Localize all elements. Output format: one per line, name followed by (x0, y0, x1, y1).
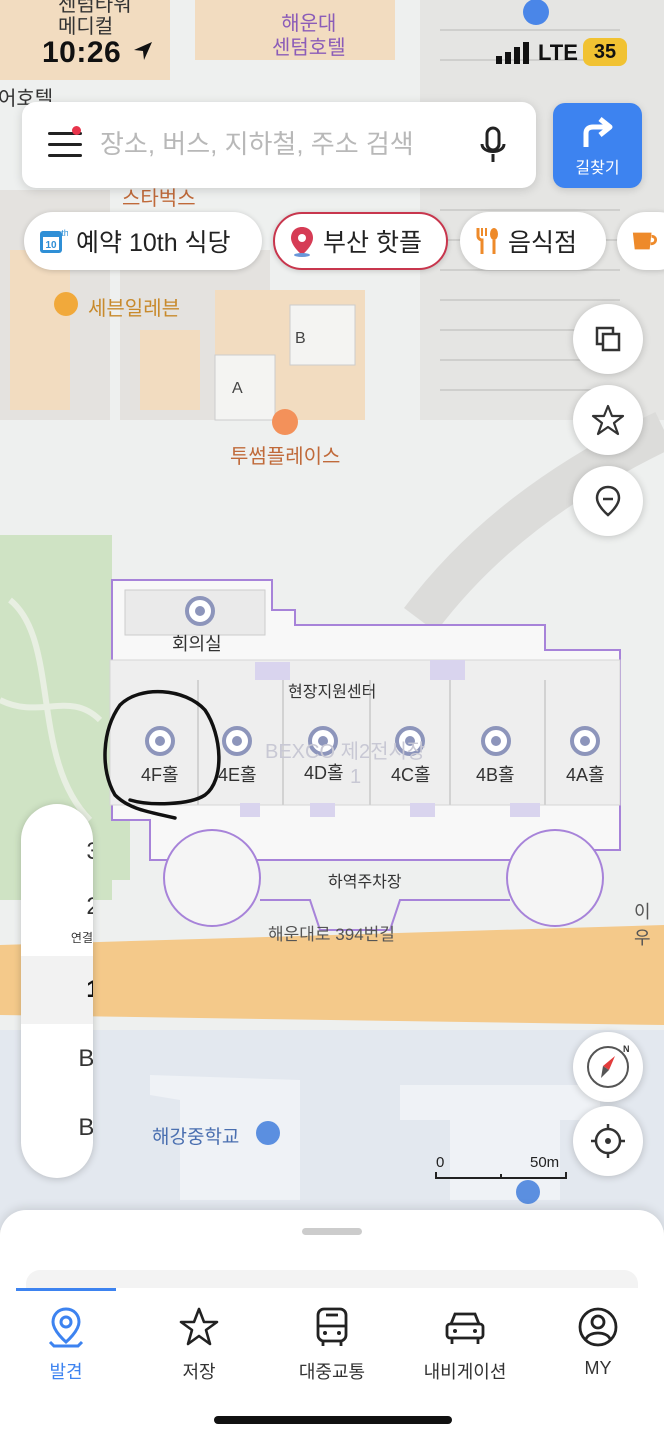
venue-label-floor-one: 1 (350, 766, 362, 788)
tab-my-label: MY (584, 1358, 612, 1378)
current-location-button[interactable] (573, 1106, 643, 1176)
menu-icon[interactable] (48, 126, 82, 158)
directions-button[interactable]: 길찾기 (553, 103, 642, 188)
convenience-store-icon[interactable] (54, 292, 78, 316)
location-search-icon (48, 1307, 84, 1348)
battery-indicator: 35 (583, 38, 627, 66)
coffee-cup-icon (632, 232, 658, 250)
scale-distance: 50m (530, 1154, 560, 1171)
fork-spoon-icon (476, 228, 498, 254)
tab-navigation-label: 내비게이션 (423, 1362, 507, 1382)
area-label-unloading-parking[interactable]: 하역주차장 (328, 868, 402, 892)
venue-label-bexco: BEXCO 제2전시장 (265, 741, 426, 763)
hall-label-4d[interactable]: 4D홀 (304, 759, 344, 785)
parking-icon[interactable] (523, 0, 549, 25)
svg-text:th: th (61, 228, 68, 238)
directions-label: 길찾기 (575, 160, 620, 177)
active-tab-indicator (16, 1288, 116, 1291)
location-pin-icon (291, 227, 313, 257)
floor-picker[interactable]: 3 2연결통로 1 B1 B2 (21, 804, 93, 1178)
tab-transit[interactable]: 대중교통 (266, 1306, 398, 1382)
floor-b1[interactable]: B1 (21, 1025, 93, 1093)
tab-my[interactable]: MY (532, 1306, 664, 1378)
home-indicator (214, 1416, 452, 1424)
status-bar: 10:26 LTE 35 (0, 30, 664, 74)
svg-text:10: 10 (45, 240, 57, 251)
tab-saved-label: 저장 (182, 1362, 216, 1382)
building-block (140, 330, 200, 410)
car-icon (445, 1312, 485, 1344)
network-type: LTE (538, 40, 578, 65)
compass-button[interactable]: N (573, 1032, 643, 1102)
calendar-10th-icon: 10 th (40, 228, 68, 253)
cafe-icon[interactable] (272, 409, 298, 435)
place-pin-button[interactable] (573, 466, 643, 536)
poi-label-school[interactable]: 해강중학교 (152, 1122, 239, 1149)
chip-reservation-label: 예약 10th 식당 (76, 229, 231, 257)
tab-navigation[interactable]: 내비게이션 (399, 1306, 531, 1382)
tab-transit-label: 대중교통 (298, 1362, 366, 1382)
scale-bar: 0 50m (436, 1154, 566, 1180)
school-icon[interactable] (256, 1121, 280, 1145)
floor-3[interactable]: 3 (21, 818, 93, 886)
school-icon[interactable] (516, 1180, 540, 1204)
map-pin-outline-icon (595, 485, 621, 517)
notification-dot (72, 126, 81, 135)
microphone-icon[interactable] (478, 126, 508, 164)
chip-busan-hotplace[interactable]: 부산 핫플 (273, 212, 448, 270)
star-icon (591, 404, 625, 436)
chip-hotplace-label: 부산 핫플 (323, 229, 422, 257)
building-block (214, 354, 276, 421)
poi-label-seven-eleven[interactable]: 세븐일레븐 (88, 292, 180, 321)
favorites-button[interactable] (573, 385, 643, 455)
floor-b2[interactable]: B2 (21, 1094, 93, 1162)
scale-zero: 0 (436, 1154, 445, 1171)
signal-icon (496, 42, 529, 64)
layers-icon (595, 326, 621, 352)
chip-reservation[interactable]: 10 th 예약 10th 식당 (24, 212, 262, 270)
building-label-a: A (232, 380, 243, 397)
turn-right-arrow-icon (583, 117, 612, 147)
search-bar[interactable] (22, 102, 536, 188)
hall-label-4f[interactable]: 4F홀 (141, 761, 179, 787)
sheet-drag-handle[interactable] (302, 1228, 362, 1235)
status-time: 10:26 (42, 36, 122, 69)
building-label-b: B (295, 330, 306, 347)
floor-2-sublabel: 연결통로 (70, 931, 93, 945)
chip-restaurant[interactable]: 음식점 (460, 212, 606, 270)
hall-label-4e[interactable]: 4E홀 (218, 761, 257, 787)
tab-saved[interactable]: 저장 (133, 1306, 265, 1382)
star-icon (179, 1307, 219, 1346)
room-label-meeting[interactable]: 회의실 (172, 630, 222, 656)
floor-1[interactable]: 1 (21, 956, 93, 1024)
tab-discover[interactable]: 발견 (0, 1306, 132, 1382)
crosshair-icon (591, 1124, 625, 1158)
hall-label-4c[interactable]: 4C홀 (391, 761, 431, 787)
svg-text:N: N (623, 1044, 630, 1054)
chip-restaurant-label: 음식점 (508, 229, 578, 257)
room-label-support-center[interactable]: 현장지원센터 (288, 678, 376, 702)
poi-label-twosome[interactable]: 투썸플레이스 (230, 440, 340, 469)
location-arrow-icon (134, 42, 152, 60)
hall-label-4b[interactable]: 4B홀 (476, 761, 515, 787)
layers-button[interactable] (573, 304, 643, 374)
bus-icon (316, 1307, 348, 1346)
compass-icon: N (587, 1044, 630, 1088)
tab-discover-label: 발견 (49, 1362, 83, 1382)
user-icon (578, 1307, 618, 1347)
floor-2[interactable]: 2연결통로 (21, 887, 93, 955)
building-block (10, 250, 70, 410)
search-input[interactable] (98, 128, 462, 161)
road-label: 해운대로 394번길 (268, 925, 395, 944)
hall-label-4a[interactable]: 4A홀 (566, 761, 605, 787)
poi-label-edge: 이우 (634, 902, 651, 948)
